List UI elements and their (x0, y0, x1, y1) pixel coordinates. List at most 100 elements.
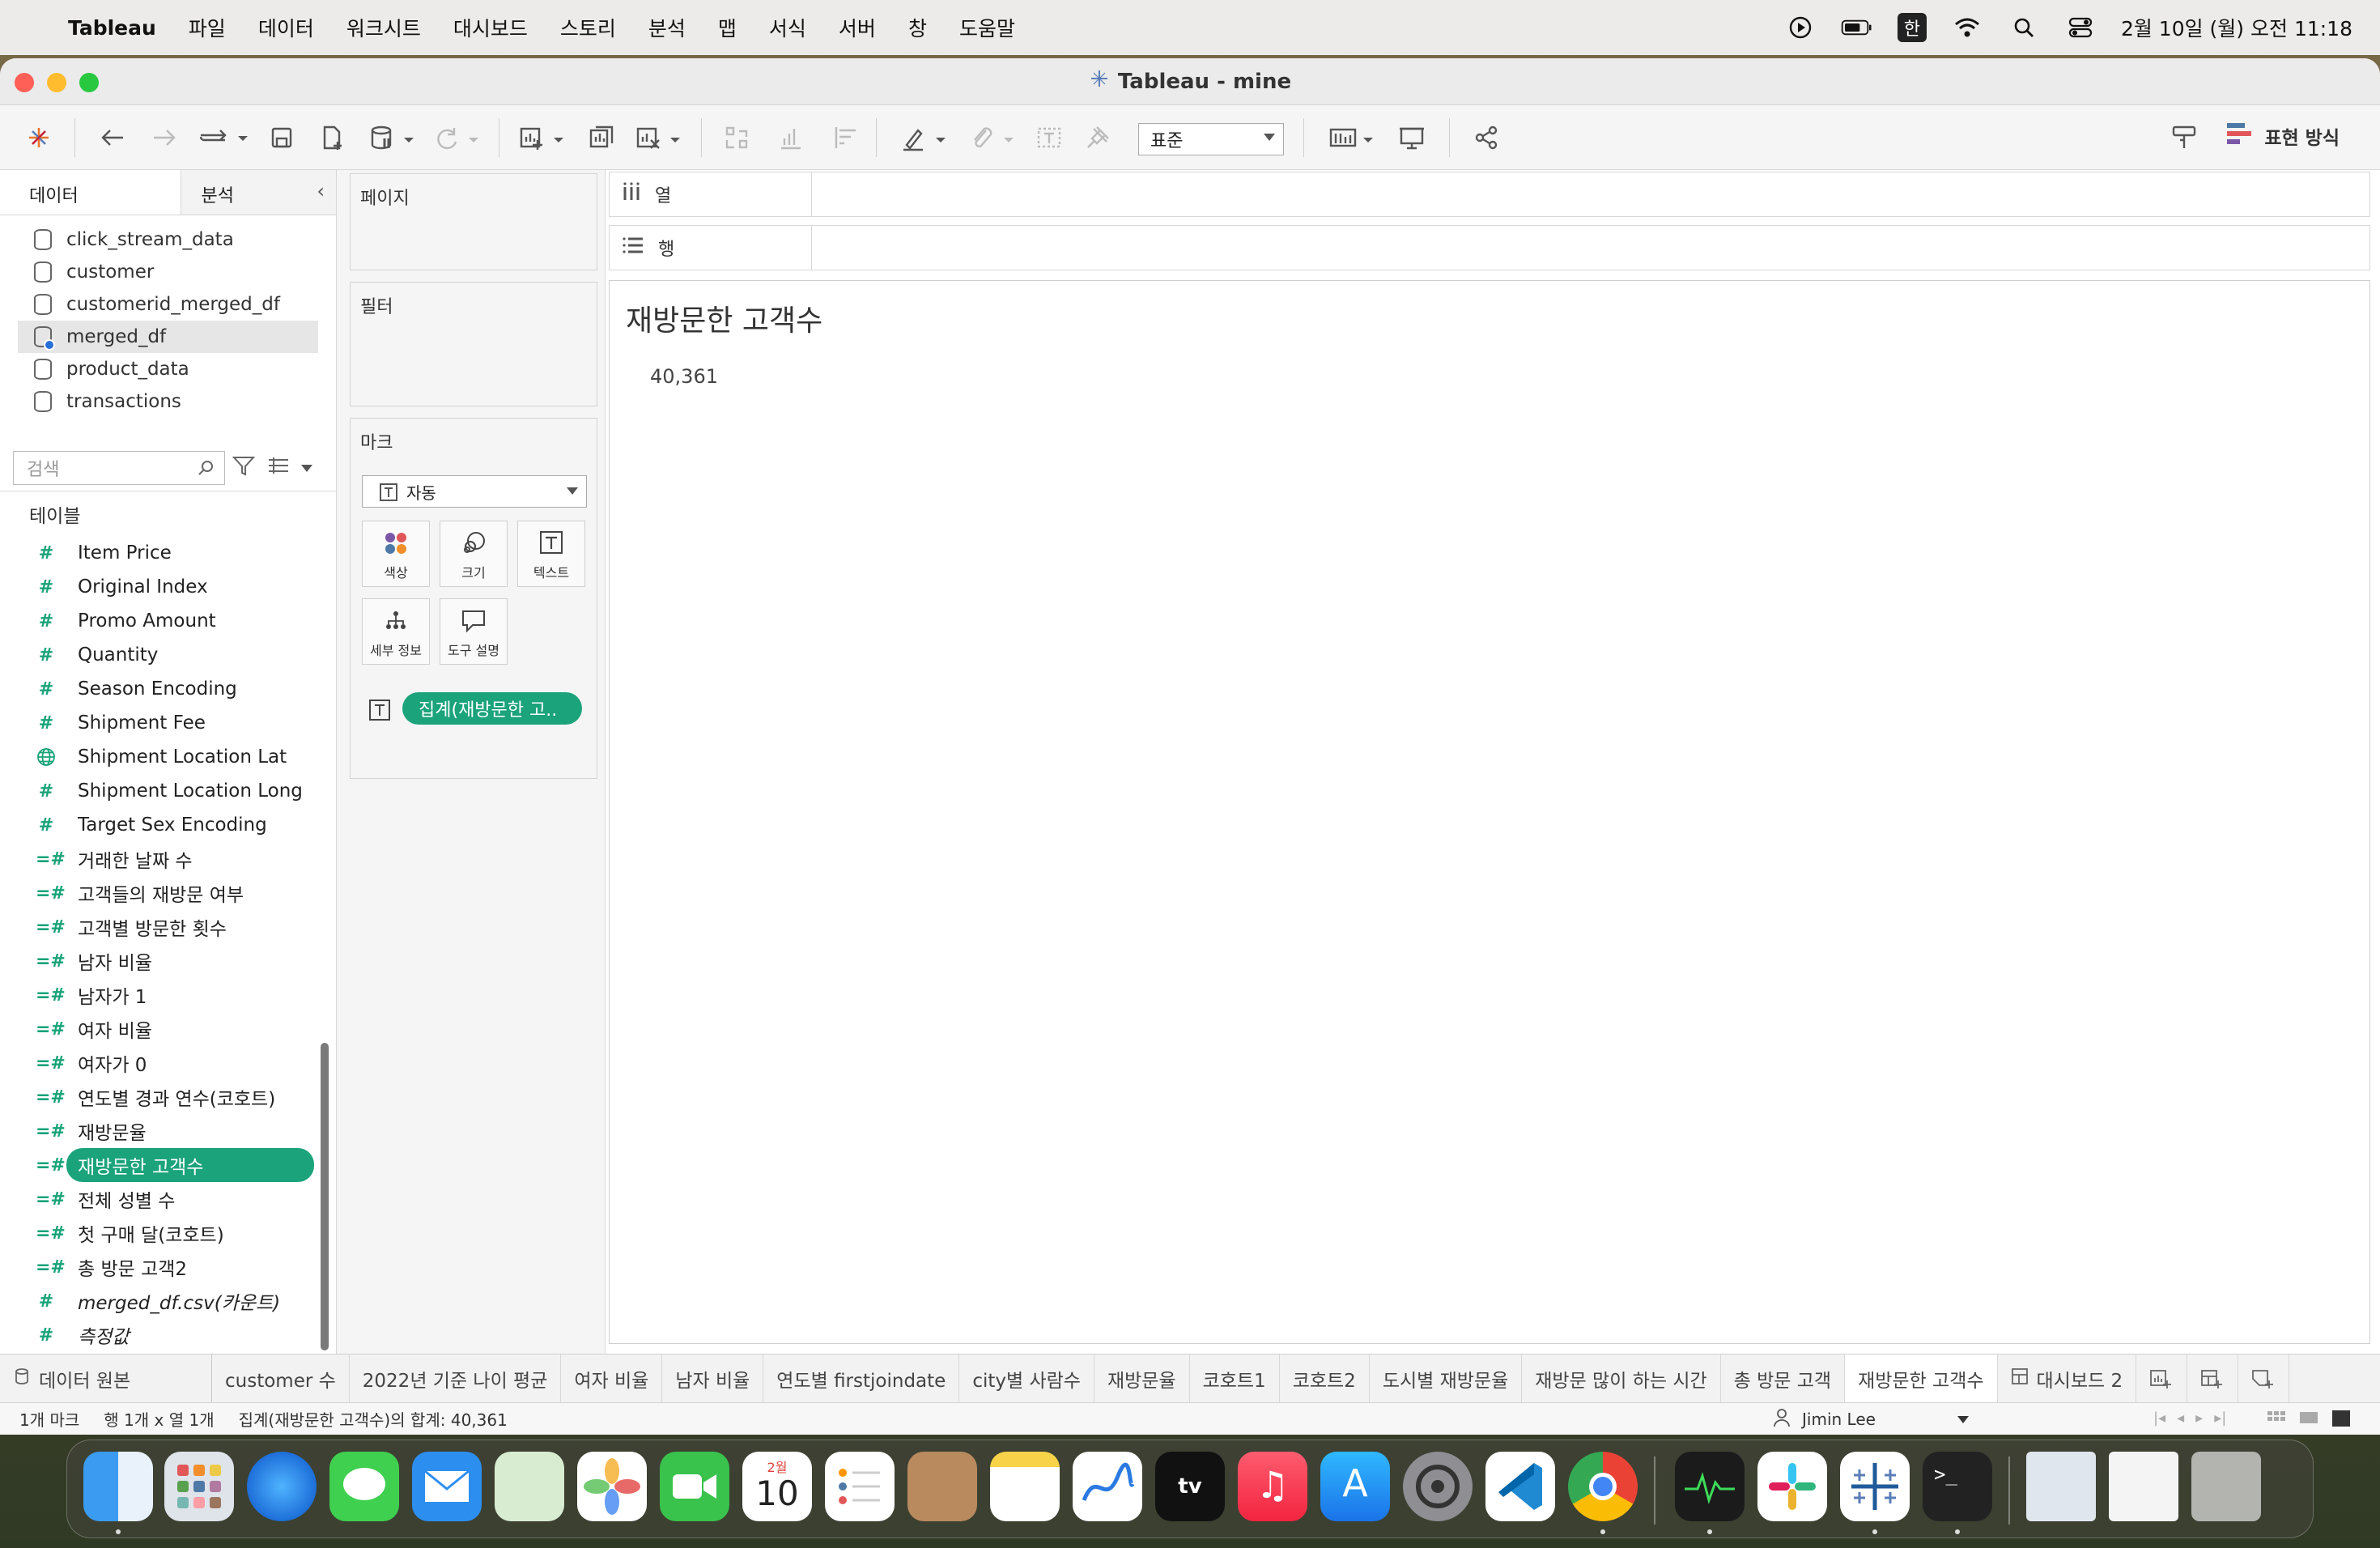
sort-descending-icon[interactable] (827, 121, 863, 154)
highlight-icon[interactable] (897, 121, 955, 154)
filmstrip-view-icon[interactable] (2267, 1410, 2286, 1431)
field-item[interactable]: # Quantity (0, 638, 316, 672)
size-mark-button[interactable]: 크기 (440, 521, 508, 587)
sheet-tab[interactable]: 남자 비율 (662, 1354, 764, 1402)
appletv-icon[interactable]: tv (1155, 1452, 1225, 1521)
menu-dashboard[interactable]: 대시보드 (453, 13, 528, 42)
new-story-tab-icon[interactable] (2238, 1354, 2290, 1402)
freeform-icon[interactable] (1073, 1452, 1142, 1521)
field-item[interactable]: # Item Price (0, 536, 316, 570)
slack-icon[interactable] (1757, 1452, 1827, 1521)
view-list-icon[interactable] (267, 456, 290, 480)
collapse-pane-icon[interactable]: ‹ (317, 180, 325, 202)
notes-icon[interactable] (990, 1452, 1060, 1521)
sheet-tab[interactable]: 재방문 많이 하는 시간 (1522, 1354, 1721, 1402)
menu-format[interactable]: 서식 (769, 13, 806, 42)
menu-help[interactable]: 도움말 (959, 13, 1015, 42)
spotlight-search-icon[interactable] (2008, 11, 2040, 44)
sort-ascending-icon[interactable] (772, 121, 808, 154)
menu-analysis[interactable]: 분석 (648, 13, 686, 42)
field-search-input[interactable]: 검색 (13, 451, 225, 485)
reminders-icon[interactable] (825, 1452, 895, 1521)
settings-icon[interactable] (1403, 1452, 1473, 1521)
sheet-tab[interactable]: 연도별 firstjoindate (763, 1354, 960, 1402)
menu-worksheet[interactable]: 워크시트 (346, 13, 421, 42)
clear-sheet-icon[interactable] (631, 121, 690, 154)
detail-mark-button[interactable]: 세부 정보 (362, 598, 430, 665)
new-datasource-icon[interactable] (316, 121, 351, 154)
sheet-tab[interactable]: 총 방문 고객 (1721, 1354, 1846, 1402)
field-item[interactable]: # Shipment Location Long (0, 774, 316, 808)
datasource-item[interactable]: click_stream_data (0, 223, 336, 256)
prev-sheet-icon[interactable]: ◂ (2177, 1410, 2184, 1427)
field-item[interactable]: # Original Index (0, 570, 316, 604)
chrome-icon[interactable] (1568, 1452, 1638, 1521)
launchpad-icon[interactable] (164, 1452, 234, 1521)
sheet-tab[interactable]: 도시별 재방문율 (1370, 1354, 1523, 1402)
field-item[interactable]: =# 거래한 날짜 수 (0, 842, 316, 876)
datasource-item-selected[interactable]: merged_df (18, 321, 318, 353)
tab-analysis[interactable]: 분석 ‹ (181, 170, 336, 215)
appstore-icon[interactable]: A (1320, 1452, 1390, 1521)
format-paint-icon[interactable] (2166, 121, 2202, 154)
view-options-chevron-icon[interactable] (301, 464, 312, 472)
field-item[interactable]: =# 고객별 방문한 횟수 (0, 910, 316, 944)
sheet-tab-active[interactable]: 재방문한 고객수 (1845, 1354, 1998, 1402)
field-item[interactable]: # Season Encoding (0, 672, 316, 706)
menu-data[interactable]: 데이터 (258, 13, 314, 42)
dashboard-tab[interactable]: 대시보드 2 (1998, 1354, 2137, 1402)
input-source-badge[interactable]: 한 (1897, 13, 1927, 42)
minimize-window-button[interactable] (47, 73, 66, 92)
safari-icon[interactable] (247, 1452, 317, 1521)
mark-type-select[interactable]: 자동 (362, 475, 587, 508)
replace-datasource-icon[interactable] (194, 121, 253, 154)
redo-forward-icon[interactable] (147, 121, 181, 154)
refresh-icon[interactable] (431, 121, 487, 154)
battery-icon[interactable] (1841, 11, 1873, 44)
field-item[interactable]: =# 전체 성별 수 (0, 1182, 316, 1216)
field-item[interactable]: # Shipment Fee (0, 706, 316, 740)
group-members-icon[interactable] (965, 121, 1023, 154)
first-sheet-icon[interactable]: |◂ (2153, 1410, 2165, 1427)
field-item[interactable]: =# 남자 비율 (0, 944, 316, 978)
datasource-tab[interactable]: 데이터 원본 (0, 1354, 212, 1402)
field-item[interactable]: # 측정값 (0, 1318, 316, 1352)
tooltip-mark-button[interactable]: 도구 설명 (440, 598, 508, 665)
maps-icon[interactable] (495, 1452, 564, 1521)
field-item[interactable]: =# 첫 구매 달(코호트) (0, 1216, 316, 1250)
contacts-icon[interactable] (907, 1452, 977, 1521)
menubar-clock[interactable]: 2월 10일 (월) 오전 11:18 (2121, 13, 2352, 42)
wifi-icon[interactable] (1951, 11, 1983, 44)
trash-icon[interactable] (2191, 1452, 2261, 1521)
calendar-icon[interactable]: 2월 10 (742, 1452, 812, 1521)
show-me-button[interactable]: 표현 방식 (2225, 121, 2340, 151)
messages-icon[interactable] (329, 1452, 399, 1521)
fit-select[interactable]: 표준 (1138, 123, 1284, 155)
sheet-tab[interactable]: city별 사람수 (959, 1354, 1094, 1402)
swap-rows-columns-icon[interactable] (719, 121, 754, 154)
datasource-item[interactable]: customer (0, 256, 336, 288)
datasource-item[interactable]: transactions (0, 385, 336, 418)
field-item[interactable]: =# 여자 비율 (0, 1012, 316, 1046)
show-cards-icon[interactable] (1324, 121, 1383, 154)
show-mark-labels-icon[interactable] (1031, 121, 1067, 154)
sheet-tab[interactable]: 재방문율 (1094, 1354, 1190, 1402)
save-icon[interactable] (266, 121, 298, 154)
menu-file[interactable]: 파일 (189, 13, 226, 42)
worksheet-title[interactable]: 재방문한 고객수 (626, 297, 822, 339)
mark-field-pill[interactable]: 집계(재방문한 고.. (402, 692, 582, 725)
filter-icon[interactable] (232, 453, 256, 483)
sheet-tab[interactable]: 코호트2 (1280, 1354, 1370, 1402)
columns-shelf[interactable]: 열 (609, 172, 2370, 217)
datasource-item[interactable]: product_data (0, 353, 336, 385)
sheet-sorter-icon[interactable] (2299, 1410, 2318, 1431)
menu-window[interactable]: 창 (908, 13, 927, 42)
field-item[interactable]: =# 여자가 0 (0, 1046, 316, 1080)
field-item[interactable]: # Target Sex Encoding (0, 808, 316, 842)
field-item[interactable]: =# 고객들의 재방문 여부 (0, 876, 316, 910)
zoom-window-button[interactable] (79, 73, 99, 92)
field-item[interactable]: Shipment Location Lat (0, 740, 316, 774)
recent-doc-icon[interactable] (2109, 1452, 2178, 1521)
sheet-tab[interactable]: 코호트1 (1190, 1354, 1280, 1402)
duplicate-sheet-icon[interactable] (584, 121, 620, 154)
